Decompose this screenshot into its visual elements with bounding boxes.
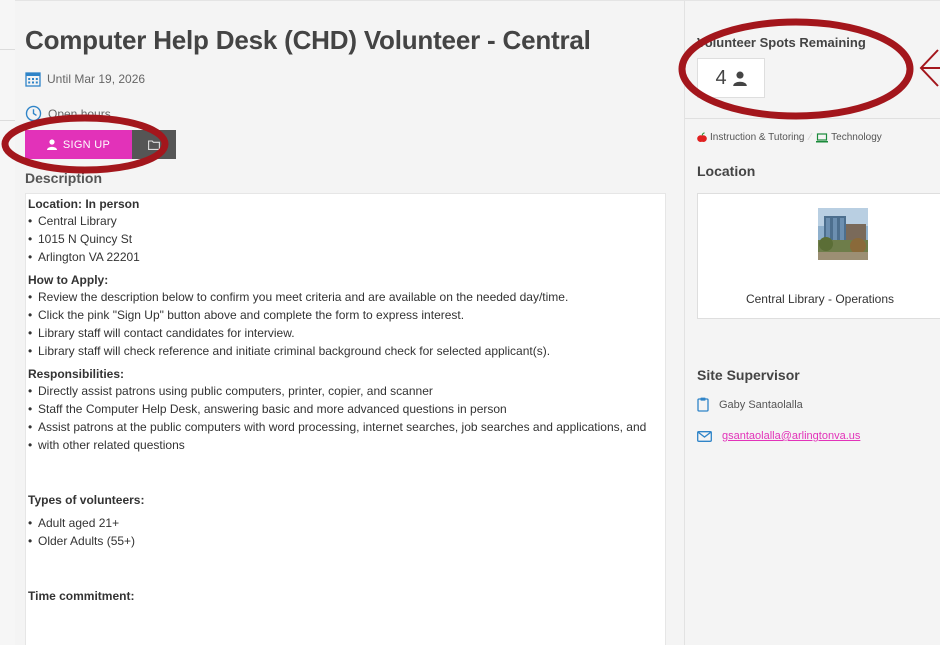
location-card[interactable]: Central Library - Operations (697, 193, 940, 319)
apple-icon (697, 132, 707, 142)
list-item: Library staff will contact candidates fo… (28, 324, 665, 342)
clock-icon (25, 105, 42, 122)
tag-separator: ⁄ (809, 132, 812, 143)
list-item-continuation: with other related questions (28, 436, 665, 454)
envelope-icon (697, 430, 712, 442)
list-item: Directly assist patrons using public com… (28, 382, 665, 400)
list-item: Assist patrons at the public computers w… (28, 418, 665, 436)
site-supervisor-heading: Site Supervisor (697, 367, 800, 383)
tag-technology[interactable]: Technology (831, 132, 882, 143)
list-item: Arlington VA 22201 (28, 248, 665, 266)
location-type-heading: Location: In person (28, 197, 140, 211)
hours-row: Open hours (25, 105, 111, 122)
main-content: Computer Help Desk (CHD) Volunteer - Cen… (15, 0, 684, 645)
left-edge-rule (0, 120, 15, 121)
folder-icon (148, 139, 160, 150)
sign-up-label: SIGN UP (62, 138, 111, 151)
supervisor-email-link[interactable]: gsantaolalla@arlingtonva.us (722, 430, 860, 442)
page-title: Computer Help Desk (CHD) Volunteer - Cen… (25, 25, 591, 55)
description-heading: Description (25, 170, 103, 186)
spots-count: 4 (715, 66, 727, 89)
category-tags: Instruction & Tutoring ⁄ Technology (697, 132, 882, 143)
description-panel: Location: In person Central Library 1015… (25, 193, 666, 645)
supervisor-name: Gaby Santaolalla (719, 398, 803, 411)
volunteer-types-heading: Types of volunteers: (28, 493, 145, 507)
calendar-icon (25, 72, 41, 87)
list-item: 1015 N Quincy St (28, 230, 665, 248)
folder-button[interactable] (132, 130, 176, 159)
action-buttons: SIGN UP (25, 130, 176, 159)
tag-instruction-tutoring[interactable]: Instruction & Tutoring (710, 132, 805, 143)
left-edge-strip (0, 0, 15, 645)
list-item: Library staff will check reference and i… (28, 342, 665, 360)
date-text: Until Mar 19, 2026 (47, 72, 146, 86)
supervisor-name-row: Gaby Santaolalla (697, 397, 803, 412)
location-heading: Location (697, 163, 756, 179)
address-list: Central Library 1015 N Quincy St Arlingt… (28, 212, 665, 266)
apply-list: Review the description below to confirm … (28, 288, 665, 360)
volunteer-types-list: Adult aged 21+ Older Adults (55+) (28, 514, 665, 550)
how-to-apply-heading: How to Apply: (28, 273, 109, 287)
laptop-icon (816, 132, 829, 142)
responsibilities-heading: Responsibilities: (28, 367, 125, 381)
sign-up-button[interactable]: SIGN UP (25, 130, 132, 159)
left-edge-rule (0, 49, 15, 50)
responsibilities-list: Directly assist patrons using public com… (28, 382, 665, 454)
library-photo (818, 208, 868, 260)
sidebar-divider (685, 118, 940, 119)
list-item: Review the description below to confirm … (28, 288, 665, 306)
list-item: Adult aged 21+ (28, 514, 665, 532)
list-item: Staff the Computer Help Desk, answering … (28, 400, 665, 418)
clipboard-icon (697, 397, 709, 412)
sidebar: Volunteer Spots Remaining 4 Instruction … (684, 0, 940, 645)
list-item: Click the pink "Sign Up" button above an… (28, 306, 665, 324)
supervisor-email-row: gsantaolalla@arlingtonva.us (697, 430, 860, 442)
time-commitment-heading: Time commitment: (28, 589, 135, 603)
hours-text: Open hours (48, 106, 111, 121)
spots-remaining-counter: 4 (697, 58, 765, 98)
user-icon (732, 71, 747, 86)
date-row: Until Mar 19, 2026 (25, 71, 145, 87)
list-item: Older Adults (55+) (28, 532, 665, 550)
user-icon (46, 139, 57, 150)
list-item: Central Library (28, 212, 665, 230)
spots-remaining-title: Volunteer Spots Remaining (697, 35, 866, 50)
location-name: Central Library - Operations (745, 292, 895, 306)
